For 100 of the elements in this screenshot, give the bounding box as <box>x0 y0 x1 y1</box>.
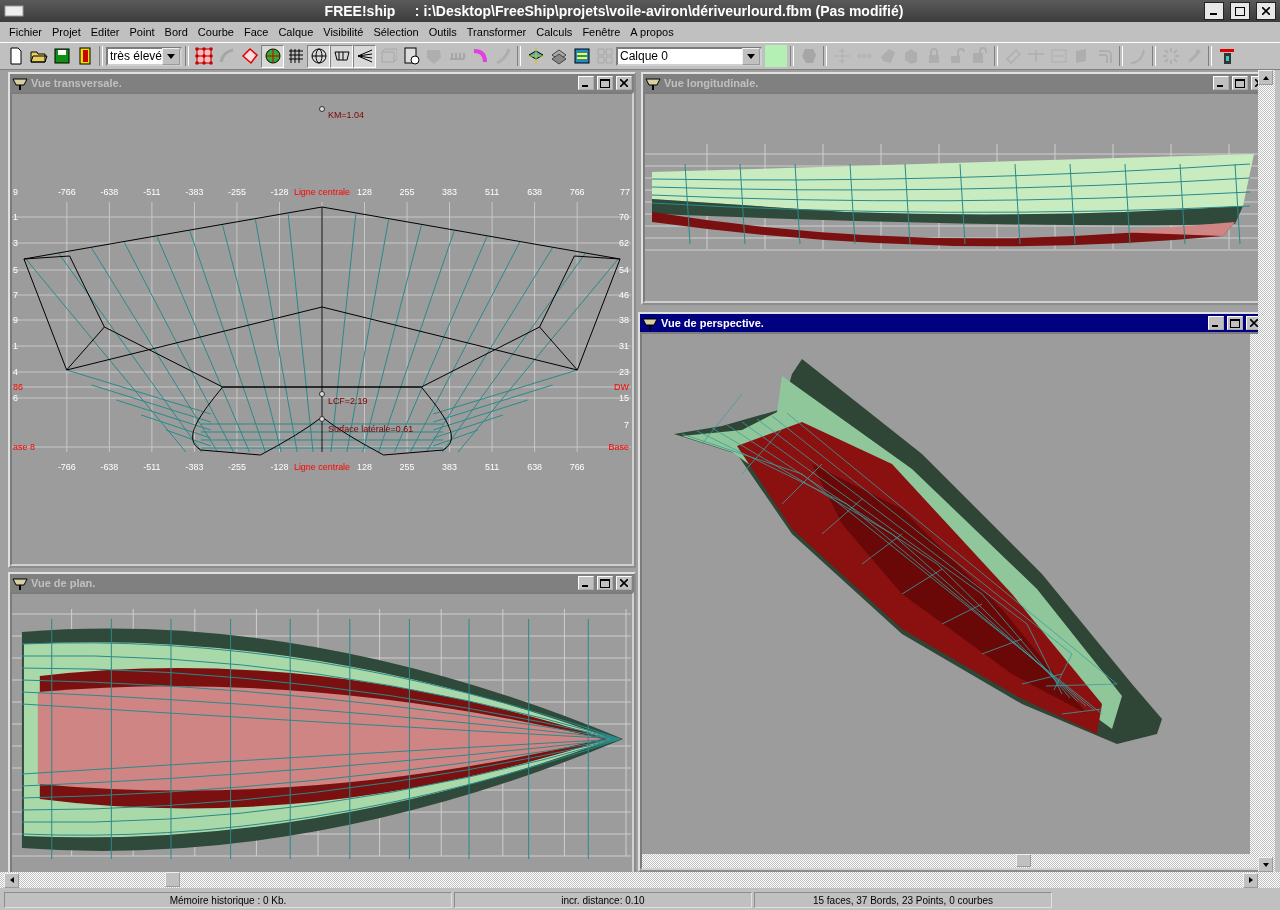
toolbar-button[interactable] <box>330 44 353 68</box>
toolbar-button[interactable] <box>353 44 376 68</box>
maximize-icon <box>600 78 610 88</box>
view-title: Vue longitudinale. <box>664 77 760 89</box>
scale-label: 1 <box>13 340 18 351</box>
scale-label: 383 <box>442 461 458 472</box>
scale-label: 511 <box>484 461 500 472</box>
scale-label: 511 <box>484 186 500 197</box>
menu-item[interactable]: Fenêtre <box>577 26 626 38</box>
minimize-button[interactable] <box>1204 2 1224 20</box>
caret-icon <box>167 53 175 59</box>
diamond-icon <box>240 47 259 65</box>
scrollbar[interactable] <box>0 872 1280 888</box>
scale-label: 766 <box>569 461 585 472</box>
menu-item[interactable]: A propos <box>625 26 679 38</box>
status-panel: incr. distance: 0.10 <box>454 892 752 908</box>
menu-item[interactable]: Editer <box>85 26 125 38</box>
scale-label: 62 <box>619 237 629 248</box>
scroll-thumb[interactable] <box>165 872 180 887</box>
app-icon <box>645 76 661 90</box>
scale-label: -766 <box>57 186 76 197</box>
view-title: Vue transversale. <box>31 77 123 89</box>
app-icon <box>4 4 24 18</box>
menu-item[interactable]: Calque <box>273 26 319 38</box>
menu-item[interactable]: Outils <box>423 26 462 38</box>
close-icon <box>620 79 628 87</box>
down-arrow-icon <box>1262 861 1269 868</box>
status-panel: Mémoire historique : 0 Kb. <box>4 892 452 908</box>
menu-item[interactable]: Visibilité <box>318 26 369 38</box>
maximize-button[interactable] <box>1230 2 1250 20</box>
status-panel: 15 faces, 37 Bords, 23 Points, 0 courbes <box>754 892 1052 908</box>
scale-label: 54 <box>619 264 629 275</box>
toolbar-button[interactable] <box>261 44 284 68</box>
wireframe-globe-icon <box>309 47 328 65</box>
scale-label: 86 <box>13 381 23 392</box>
scale-label: -128 <box>270 186 289 197</box>
menu-item[interactable]: Fichier <box>4 26 47 38</box>
scroll-left-button[interactable] <box>4 872 19 888</box>
menu-item[interactable]: Face <box>238 26 274 38</box>
scale-label: Ligne centrale <box>293 186 351 197</box>
scale-label: -766 <box>57 461 76 472</box>
app-icon <box>642 316 658 330</box>
scale-label: 3 <box>13 237 18 248</box>
maximize-icon <box>600 578 610 588</box>
scrollbar[interactable] <box>1258 70 1275 872</box>
left-arrow-icon <box>8 877 15 883</box>
scale-label: -383 <box>185 186 204 197</box>
close-icon <box>1262 7 1270 15</box>
metacentre-point <box>319 106 325 112</box>
layers-icon <box>549 47 568 65</box>
scale-label: Ligne centrale <box>293 461 351 472</box>
view-title: Vue de plan. <box>31 577 97 589</box>
scale-label: 31 <box>619 340 629 351</box>
menu-item[interactable]: Calculs <box>531 26 578 38</box>
save-icon <box>52 47 71 65</box>
close-icon <box>620 579 628 587</box>
lcf-point <box>319 391 325 397</box>
hydrostatic-label: LCF=2.19 <box>327 395 368 406</box>
scale-label: 638 <box>527 186 543 197</box>
menu-item[interactable]: Courbe <box>192 26 239 38</box>
fan-icon <box>355 47 374 65</box>
maximize-icon <box>1235 78 1245 88</box>
scale-label: -255 <box>228 186 246 197</box>
scroll-right-button[interactable] <box>1243 872 1258 888</box>
menu-item[interactable]: Transformer <box>461 26 532 38</box>
menu-item[interactable]: Sélection <box>368 26 424 38</box>
scale-label: 23 <box>619 366 629 377</box>
scale-label: 9 <box>13 186 18 197</box>
maximize-icon <box>1230 318 1240 328</box>
scroll-up-button[interactable] <box>1258 70 1273 85</box>
scrollbar[interactable] <box>642 854 1258 868</box>
scale-label: 46 <box>619 289 629 300</box>
app-icon <box>12 76 28 90</box>
scroll-thumb[interactable] <box>1016 854 1031 867</box>
tool-icon <box>1217 47 1236 65</box>
close-button[interactable] <box>1256 2 1276 20</box>
toolbar-button[interactable] <box>307 44 330 68</box>
menu-item[interactable]: Point <box>124 26 160 38</box>
menu-item[interactable]: Projet <box>47 26 86 38</box>
menu-item[interactable]: Bord <box>159 26 193 38</box>
scale-label: 4 <box>13 366 18 377</box>
scale-label: 128 <box>357 186 372 197</box>
scale-label: 383 <box>442 186 458 197</box>
dropdown-field[interactable]: très élevé <box>106 46 182 66</box>
scale-label: 128 <box>357 461 372 472</box>
scale-label: 5 <box>13 264 18 275</box>
scale-label: 255 <box>399 186 415 197</box>
up-arrow-icon <box>1262 74 1269 81</box>
scale-label: 6 <box>13 392 18 403</box>
scale-label: 255 <box>399 461 415 472</box>
layers-icon <box>572 47 591 65</box>
curve-icon <box>217 47 236 65</box>
mesh-icon <box>194 47 213 65</box>
scale-label: 7 <box>13 289 18 300</box>
scale-label: ase 8 <box>13 441 35 452</box>
dropdown-field[interactable]: Calque 0 <box>616 46 762 66</box>
globe-icon <box>263 47 282 65</box>
layer-color-swatch[interactable] <box>765 45 787 67</box>
scroll-down-button[interactable] <box>1258 857 1273 872</box>
scale-label: -511 <box>143 461 161 472</box>
